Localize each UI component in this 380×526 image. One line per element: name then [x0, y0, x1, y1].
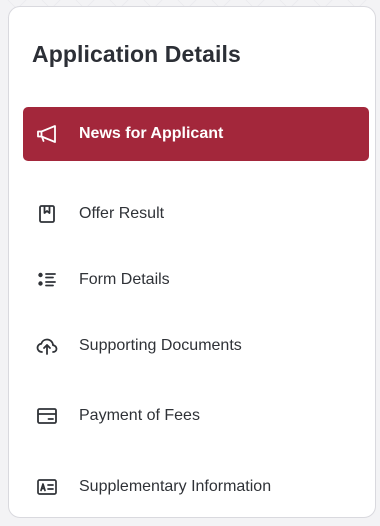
list-icon — [35, 268, 59, 292]
application-details-panel: Application Details News for Applicant O… — [8, 6, 376, 518]
nav-item-news-for-applicant[interactable]: News for Applicant — [23, 107, 369, 161]
nav-item-supporting-documents[interactable]: Supporting Documents — [23, 319, 369, 373]
id-card-icon — [35, 475, 59, 499]
nav-item-offer-result[interactable]: Offer Result — [23, 187, 369, 241]
nav-item-label: News for Applicant — [79, 125, 224, 142]
cloud-upload-icon — [35, 334, 59, 358]
nav-item-payment-of-fees[interactable]: Payment of Fees — [23, 389, 369, 443]
panel-title: Application Details — [32, 41, 241, 67]
bookmark-box-icon — [35, 202, 59, 226]
megaphone-icon — [35, 122, 59, 146]
nav-item-label: Form Details — [79, 271, 170, 288]
nav-item-supplementary-information[interactable]: Supplementary Information — [23, 460, 369, 514]
nav-item-label: Supplementary Information — [79, 478, 272, 495]
nav-item-label: Payment of Fees — [79, 407, 200, 424]
nav-item-label: Supporting Documents — [79, 337, 242, 354]
credit-card-icon — [35, 404, 59, 428]
nav-item-label: Offer Result — [79, 205, 165, 222]
nav-item-form-details[interactable]: Form Details — [23, 253, 369, 307]
